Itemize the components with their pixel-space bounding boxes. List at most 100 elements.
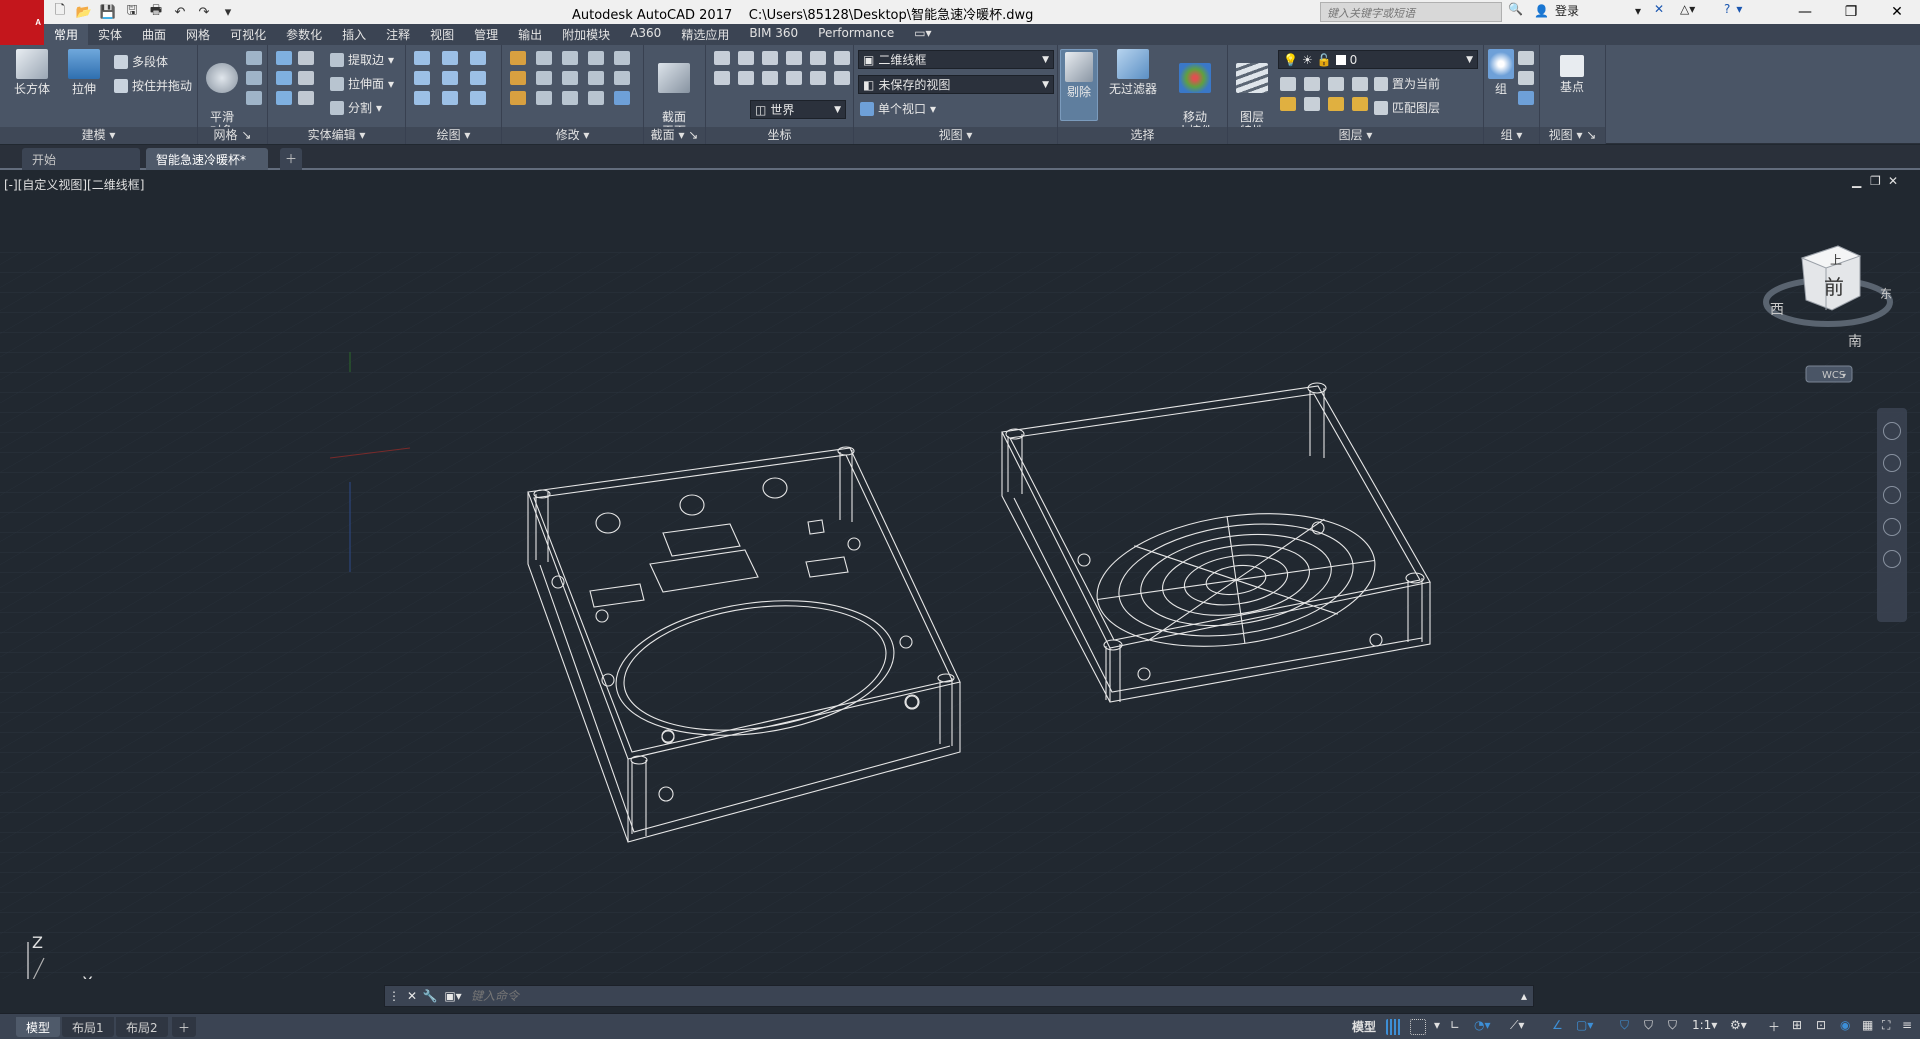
- ucs-origin-icon[interactable]: [762, 51, 778, 65]
- panel-title-modify[interactable]: 修改 ▾: [502, 127, 643, 144]
- line-icon[interactable]: [442, 71, 458, 85]
- separate-button[interactable]: 分割 ▾: [330, 99, 382, 116]
- binoculars-icon[interactable]: 🔍: [1508, 2, 1523, 16]
- snap-menu[interactable]: ▾: [1434, 1018, 1440, 1032]
- clean-screen-icon[interactable]: ⛶: [1882, 1018, 1890, 1033]
- object-snap-icon[interactable]: ▢▾: [1576, 1018, 1593, 1032]
- section-plane-button[interactable]: 截面 平面: [652, 49, 696, 138]
- panel-title-modeling[interactable]: 建模 ▾: [0, 127, 197, 144]
- layer-off-icon[interactable]: [1280, 77, 1296, 91]
- polysolid-button[interactable]: 多段体: [114, 53, 168, 70]
- tab-model[interactable]: 模型: [16, 1017, 61, 1037]
- tab-layout2[interactable]: 布局2: [116, 1017, 168, 1037]
- circle-icon[interactable]: [470, 71, 486, 85]
- annotation-visibility-icon[interactable]: ⛉: [1620, 1018, 1629, 1033]
- new-tab-button[interactable]: ＋: [280, 148, 302, 170]
- ucs-3point-icon[interactable]: [810, 51, 826, 65]
- tab-drawing[interactable]: 智能急速冷暖杯* ✕: [146, 148, 268, 182]
- visual-style-dropdown[interactable]: ▣ 二维线框 ▼: [858, 50, 1054, 69]
- rotate-icon[interactable]: [536, 71, 552, 85]
- hardware-acceleration-icon[interactable]: ▦: [1862, 1018, 1873, 1032]
- ribbon-tab[interactable]: 输出: [508, 24, 552, 45]
- ribbon-tab[interactable]: 常用: [44, 24, 89, 45]
- base-point-button[interactable]: 基点: [1550, 49, 1594, 94]
- layer-unisolate-icon[interactable]: [1304, 97, 1320, 111]
- zoom-icon[interactable]: [1883, 486, 1901, 504]
- spline-icon[interactable]: [414, 71, 430, 85]
- drawing-canvas[interactable]: [-][自定义视图][二维线框] ▁ ❐ ✕ 上 前 西 南 东 WCS ▾ Z: [0, 172, 1920, 979]
- a360-icon[interactable]: △▾: [1680, 2, 1695, 16]
- command-input[interactable]: [467, 989, 1515, 1003]
- viewport-controls-label[interactable]: [-][自定义视图][二维线框]: [4, 176, 144, 193]
- panel-title-coordinates[interactable]: 坐标: [706, 127, 853, 144]
- open-icon[interactable]: 📂: [74, 2, 94, 22]
- chamfer-icon[interactable]: [614, 71, 630, 85]
- circle3d-icon[interactable]: [562, 71, 578, 85]
- extrude-button[interactable]: 拉伸: [62, 49, 106, 96]
- undo-icon[interactable]: ↶: [170, 2, 190, 22]
- annotation-scale-dropdown[interactable]: 1:1▾: [1692, 1018, 1717, 1032]
- units-icon[interactable]: ⊞: [1792, 1018, 1802, 1032]
- close-cmdline-icon[interactable]: ✕: [403, 989, 421, 1003]
- close-button[interactable]: ✕: [1874, 0, 1920, 24]
- ribbon-tab[interactable]: 精选应用: [671, 24, 739, 45]
- add-layout-button[interactable]: ＋: [172, 1017, 197, 1037]
- cmdline-expand-icon[interactable]: ▴: [1515, 989, 1533, 1003]
- viewcube-top-face[interactable]: 上: [1830, 253, 1842, 267]
- viewcube-west[interactable]: 西: [1770, 302, 1784, 318]
- no-filter-button[interactable]: 无过滤器: [1106, 49, 1160, 96]
- panel-title-view[interactable]: 视图 ▾: [854, 127, 1057, 144]
- arc-icon[interactable]: [470, 51, 486, 65]
- presspull-button[interactable]: 按住并拖动: [114, 77, 192, 94]
- group-edit-icon[interactable]: [1518, 71, 1534, 85]
- extract-edges-button[interactable]: 提取边 ▾: [330, 51, 394, 68]
- mesh-crease-icon[interactable]: [246, 91, 262, 105]
- polar-icon[interactable]: ◔▾: [1474, 1018, 1491, 1032]
- scale-icon[interactable]: [562, 91, 578, 105]
- explode-icon[interactable]: [588, 91, 604, 105]
- offset-icon[interactable]: [614, 51, 630, 65]
- array-icon[interactable]: [614, 91, 630, 105]
- erase-icon[interactable]: [510, 91, 526, 105]
- ribbon-tab[interactable]: BIM 360: [739, 24, 808, 45]
- ucs-world-dropdown[interactable]: ◫ 世界 ▼: [750, 100, 846, 119]
- isolate-objects-icon[interactable]: ◉: [1840, 1018, 1850, 1032]
- ribbon-tab[interactable]: Performance: [808, 24, 904, 45]
- fillet-icon[interactable]: [510, 71, 526, 85]
- help-icon[interactable]: ? ▾: [1724, 2, 1742, 16]
- intersect-icon[interactable]: [276, 91, 292, 105]
- viewport-restore-icon[interactable]: ❐: [1870, 174, 1881, 188]
- panel-title-solid-edit[interactable]: 实体编辑 ▾: [268, 127, 405, 144]
- customization-menu-icon[interactable]: ≡: [1902, 1018, 1912, 1032]
- ungroup-icon[interactable]: [1518, 51, 1534, 65]
- panel-title-view2[interactable]: 视图 ▾ ↘: [1540, 127, 1605, 144]
- ribbon-tab[interactable]: 网格: [176, 24, 220, 45]
- object-snap-tracking-icon[interactable]: ∠: [1552, 1018, 1563, 1032]
- match-layer-button[interactable]: 匹配图层: [1374, 99, 1440, 116]
- viewcube-east[interactable]: 东: [1880, 287, 1892, 301]
- layer-thaw-icon[interactable]: [1328, 97, 1344, 111]
- grip-icon[interactable]: ⋮: [385, 989, 403, 1003]
- smooth-object-button[interactable]: 平滑 对象: [202, 49, 242, 138]
- ucs-y-icon[interactable]: [762, 71, 778, 85]
- shell-icon[interactable]: [298, 51, 314, 65]
- save-icon[interactable]: 💾: [98, 2, 118, 22]
- exchange-icon[interactable]: ✕: [1654, 2, 1664, 16]
- ucs-view-icon[interactable]: [738, 51, 754, 65]
- panel-title-layers[interactable]: 图层 ▾: [1228, 127, 1483, 144]
- ribbon-tab[interactable]: 附加模块: [552, 24, 620, 45]
- union-icon[interactable]: [276, 51, 292, 65]
- pan-icon[interactable]: [1883, 454, 1901, 472]
- viewport-minimize-icon[interactable]: ▁: [1852, 174, 1861, 188]
- mesh-icon[interactable]: [246, 51, 262, 65]
- panel-title-selection[interactable]: 选择: [1058, 127, 1227, 144]
- layer-unlock-icon[interactable]: [1352, 97, 1368, 111]
- align-icon[interactable]: [536, 51, 552, 65]
- ortho-icon[interactable]: ∟: [1450, 1018, 1460, 1032]
- ribbon-tab[interactable]: 曲面: [132, 24, 176, 45]
- search-input[interactable]: 键入关键字或短语: [1320, 2, 1502, 22]
- box-button[interactable]: 长方体: [10, 49, 54, 96]
- helix-icon[interactable]: [442, 51, 458, 65]
- panel-title-draw[interactable]: 绘图 ▾: [406, 127, 501, 144]
- move-gizmo-button[interactable]: 移动 小控件: [1168, 49, 1222, 138]
